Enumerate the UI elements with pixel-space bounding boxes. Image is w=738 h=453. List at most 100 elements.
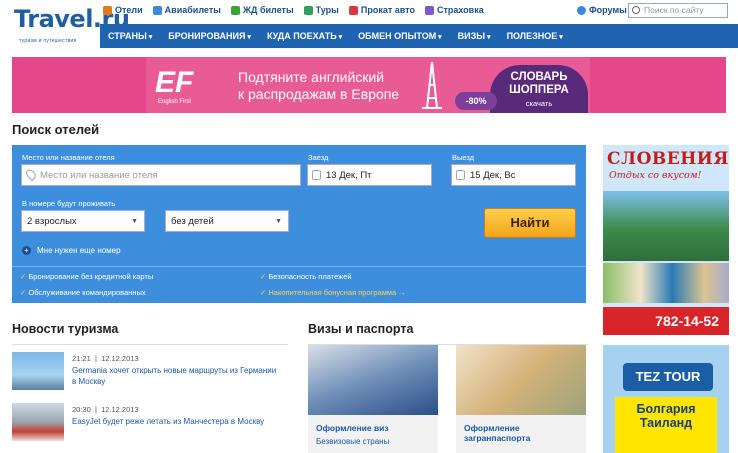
checkin-value: 13 Дек, Пт [326, 170, 372, 181]
discount-badge: -80% [455, 92, 497, 110]
top-bar: Travel.ru туризм и путешествия Отели Ави… [0, 0, 738, 44]
top-link-label: Страховка [436, 5, 484, 15]
top-link-car-rental[interactable]: Прокат авто [348, 5, 415, 15]
hotel-search-title: Поиск отелей [12, 122, 100, 137]
news-item[interactable]: 20:30 | 12.12.2013 EasyJet будет реже ле… [12, 403, 288, 447]
visa-card-sub[interactable]: Безвизовые страны [316, 437, 430, 446]
news-divider [12, 344, 288, 345]
feature-secure-payments: Безопасность платежей [260, 272, 351, 281]
forum-label: Форумы [589, 5, 627, 15]
news-link[interactable]: Germania хочет открыть новые маршруты из… [72, 365, 282, 387]
children-select[interactable]: без детей ▼ [165, 210, 289, 232]
passport-card[interactable]: Оформление загранпаспорта [456, 345, 586, 453]
visa-photo [308, 345, 438, 415]
passport-photo [456, 345, 586, 415]
checkin-field[interactable]: 13 Дек, Пт [307, 164, 432, 186]
visa-caption: Оформление виз Безвизовые страны [308, 415, 438, 453]
hotel-icon [103, 5, 112, 15]
forum-link[interactable]: Форумы [577, 5, 627, 15]
checkout-field[interactable]: 15 Дек, Вс [451, 164, 576, 186]
news-link[interactable]: EasyJet будет реже летать из Манчестера … [72, 416, 282, 427]
banner-line-2: к распродажам в Европе [238, 86, 400, 102]
chevron-down-icon: ▼ [131, 218, 138, 225]
news-item[interactable]: 21:21 | 12.12.2013 Germania хочет открыт… [12, 352, 288, 396]
search-placeholder: Поиск по сайту [644, 5, 704, 15]
plane-icon [152, 5, 162, 15]
ad-banner[interactable]: EF English First Подтяните английский к … [12, 57, 726, 113]
slovenia-title: СЛОВЕНИЯ [607, 149, 729, 169]
visa-card[interactable]: Оформление виз Безвизовые страны [308, 345, 438, 453]
visa-card-title[interactable]: Оформление виз [316, 423, 430, 433]
dict-line-1: СЛОВАРЬ [510, 71, 568, 83]
nav-useful[interactable]: ПОЛЕЗНОЕ [499, 24, 571, 48]
dict-line-2: ШОППЕРА [509, 84, 569, 96]
news-meta: 21:21 | 12.12.2013 [72, 354, 139, 363]
top-links: Отели Авиабилеты ЖД билеты Туры Прокат а… [103, 5, 484, 15]
add-room-link[interactable]: + Мне нужен еще номер [22, 246, 121, 255]
passport-caption: Оформление загранпаспорта [456, 415, 586, 453]
ef-caption: English First [158, 99, 192, 105]
nav-experience[interactable]: ОБМЕН ОПЫТОМ [350, 24, 450, 48]
slovenia-phone: 782-14-52 [603, 307, 729, 335]
main-nav: СТРАНЫ БРОНИРОВАНИЯ КУДА ПОЕХАТЬ ОБМЕН О… [100, 24, 738, 48]
nav-where-to-go[interactable]: КУДА ПОЕХАТЬ [259, 24, 350, 48]
lake-photo [603, 191, 729, 261]
slovenia-ad[interactable]: СЛОВЕНИЯ Отдых со вкусом! 782-14-52 [603, 145, 729, 335]
visas-title: Визы и паспорта [308, 322, 414, 336]
adults-select[interactable]: 2 взрослых ▼ [21, 210, 145, 232]
tez-tour-logo: TEZ TOUR [623, 363, 713, 391]
car-icon [348, 5, 358, 15]
banner-text: Подтяните английский к распродажам в Евр… [238, 69, 399, 103]
add-room-label: Мне нужен еще номер [37, 246, 121, 255]
feature-business: Обслуживание командированных [20, 288, 145, 297]
place-label: Место или название отеля [22, 153, 115, 162]
palm-icon [303, 5, 313, 15]
top-link-label: Авиабилеты [164, 5, 221, 15]
top-link-label: Прокат авто [360, 5, 415, 15]
news-title: Новости туризма [12, 322, 119, 336]
shopper-dictionary[interactable]: СЛОВАРЬ ШОППЕРА скачать [490, 65, 588, 113]
room-label: В номере будут проживать [22, 199, 116, 208]
nav-bookings[interactable]: БРОНИРОВАНИЯ [160, 24, 259, 48]
photo-strip [603, 263, 729, 303]
top-link-trains[interactable]: ЖД билеты [230, 5, 294, 15]
checkout-label: Выезд [452, 153, 475, 162]
top-link-label: Туры [315, 5, 339, 15]
nav-countries[interactable]: СТРАНЫ [100, 24, 160, 48]
news-meta: 20:30 | 12.12.2013 [72, 405, 139, 414]
plus-icon: + [22, 246, 31, 255]
umbrella-icon [424, 5, 434, 15]
search-input[interactable]: Поиск по сайту [628, 3, 728, 18]
top-link-label: ЖД билеты [242, 5, 294, 15]
chat-icon [577, 5, 586, 15]
passport-card-title[interactable]: Оформление загранпаспорта [464, 423, 578, 443]
search-icon [632, 6, 640, 14]
calendar-icon [312, 170, 321, 180]
panel-divider [12, 266, 586, 267]
tez-tour-ad[interactable]: TEZ TOUR Болгария Таиланд [603, 345, 729, 453]
top-link-flights[interactable]: Авиабилеты [152, 5, 221, 15]
location-pin-icon [24, 167, 38, 182]
news-thumb-airport [12, 403, 64, 441]
calendar-icon [456, 170, 465, 180]
tez-destinations: Болгария Таиланд [615, 397, 717, 453]
tez-line-1: Болгария [636, 402, 696, 416]
top-link-hotels[interactable]: Отели [103, 5, 143, 15]
dict-action: скачать [525, 99, 553, 108]
chevron-down-icon: ▼ [275, 218, 282, 225]
place-placeholder: Место или название отеля [40, 170, 158, 181]
slovenia-subtitle: Отдых со вкусом! [609, 170, 702, 181]
find-button[interactable]: Найти [484, 208, 576, 238]
checkout-value: 15 Дек, Вс [470, 170, 516, 181]
feature-bonus-program-link[interactable]: Накопительная бонусная программа → [260, 288, 405, 297]
nav-visas[interactable]: ВИЗЫ [450, 24, 499, 48]
tez-line-2: Таиланд [639, 416, 693, 430]
place-input[interactable]: Место или название отеля [21, 164, 301, 186]
top-link-label: Отели [115, 5, 143, 15]
train-icon [230, 5, 240, 15]
banner-line-1: Подтяните английский [238, 69, 385, 85]
checkin-label: Заезд [308, 153, 329, 162]
top-link-tours[interactable]: Туры [303, 5, 339, 15]
eiffel-tower-icon [422, 61, 442, 109]
top-link-insurance[interactable]: Страховка [424, 5, 484, 15]
